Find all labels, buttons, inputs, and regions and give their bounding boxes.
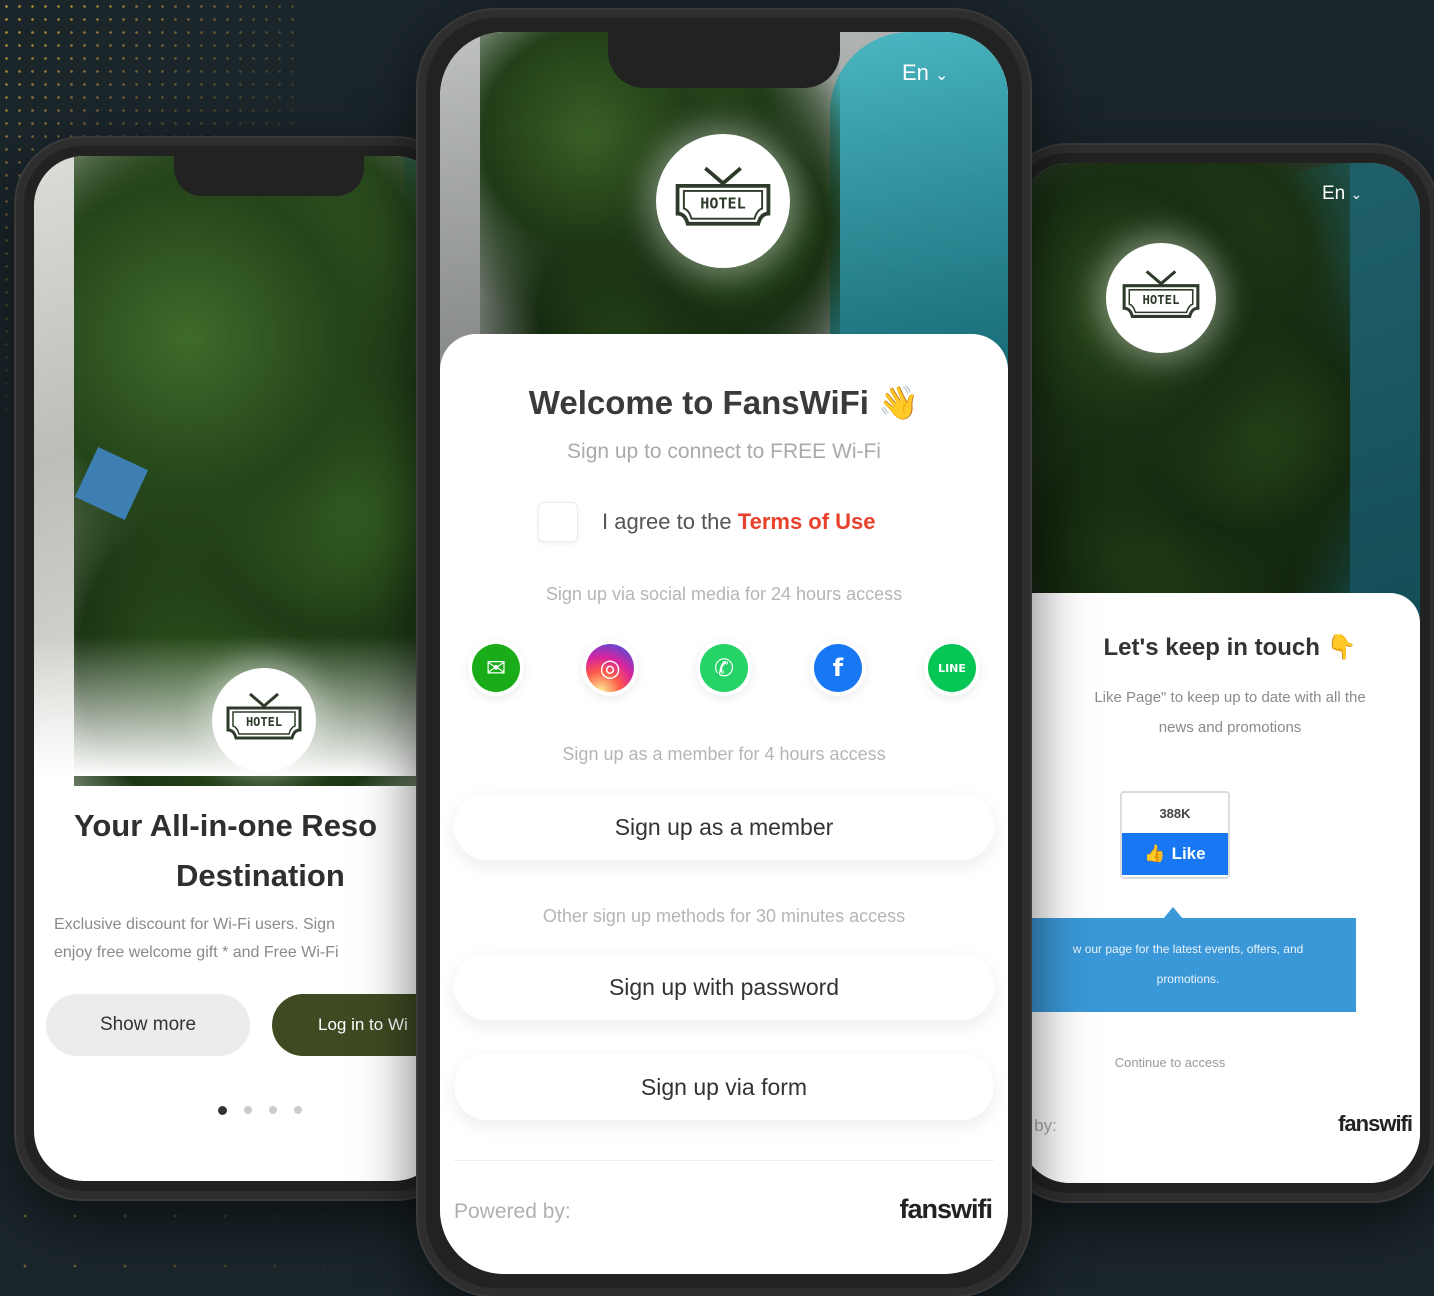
signup-member-label: Sign up as a member	[614, 813, 834, 840]
carousel-dot-3[interactable]	[269, 1106, 277, 1114]
signup-password-button[interactable]: Sign up with password	[454, 954, 994, 1020]
center-language-selector[interactable]: En ⌄	[902, 60, 948, 86]
fb-like-box[interactable]: 388K 👍 Like	[1120, 791, 1230, 879]
svg-text:HOTEL: HOTEL	[246, 715, 282, 729]
svg-text:HOTEL: HOTEL	[700, 195, 746, 213]
center-subtitle: Sign up to connect to FREE Wi-Fi	[567, 440, 881, 463]
center-phone-notch	[608, 32, 840, 88]
social-line-button[interactable]: LINE	[924, 640, 980, 696]
terms-prefix: I agree to the	[602, 509, 732, 534]
fb-like-label: Like	[1171, 844, 1206, 863]
continue-link[interactable]: Continue to access	[1020, 1055, 1320, 1070]
facebook-icon: f	[814, 644, 862, 692]
banner-line1: w our page for the latest events, offers…	[1072, 942, 1304, 956]
chevron-down-icon: ⌄	[1350, 186, 1363, 202]
signup-password-label: Sign up with password	[608, 973, 840, 1000]
center-phone: En ⌄ HOTEL Welcome to FansWiFi 👋 Sign up…	[418, 10, 1030, 1296]
carousel-dot-1[interactable]	[218, 1106, 227, 1115]
terms-text: I agree to the Terms of Use	[602, 509, 876, 535]
right-hero-photo	[1020, 163, 1420, 643]
center-lang-label: En	[902, 60, 929, 85]
show-more-button[interactable]: Show more	[46, 994, 250, 1056]
signup-form-button[interactable]: Sign up via form	[454, 1054, 994, 1120]
follow-banner: w our page for the latest events, offers…	[1020, 918, 1356, 1012]
center-card: Welcome to FansWiFi 👋 Sign up to connect…	[440, 334, 1008, 1274]
social-whatsapp-button[interactable]: ✆	[696, 640, 752, 696]
social-instagram-button[interactable]: ◎	[582, 640, 638, 696]
line-icon: LINE	[928, 644, 976, 692]
left-desc-line2: enjoy free welcome gift * and Free Wi-Fi	[54, 944, 339, 961]
left-description: Exclusive discount for Wi-Fi users. Sign…	[54, 911, 339, 967]
center-powered-by: Powered by:	[454, 1200, 571, 1223]
social-row: ✉ ◎ ✆ f LINE	[440, 640, 1008, 700]
left-headline: Your All-in-one Reso Destination	[34, 801, 444, 901]
chevron-down-icon: ⌄	[935, 67, 949, 84]
right-phone: En ⌄ HOTEL Let's keep in touch 👇 Like Pa…	[1002, 145, 1434, 1201]
center-hotel-logo: HOTEL	[656, 134, 790, 268]
banner-line2: promotions.	[1156, 972, 1220, 986]
member-caption: Sign up as a member for 4 hours access	[562, 744, 886, 764]
point-down-emoji-icon: 👇	[1326, 634, 1357, 661]
right-description: Like Page" to keep up to date with all t…	[1020, 683, 1420, 743]
terms-row: I agree to the Terms of Use	[538, 502, 876, 542]
left-phone-notch	[174, 156, 364, 196]
right-card: Let's keep in touch 👇 Like Page" to keep…	[1020, 593, 1420, 1183]
right-lang-label: En	[1322, 183, 1346, 204]
social-wechat-button[interactable]: ✉	[468, 640, 524, 696]
hotel-sign-icon: HOTEL	[675, 166, 771, 226]
social-facebook-button[interactable]: f	[810, 640, 866, 696]
right-desc-line1: Like Page" to keep up to date with all t…	[1094, 689, 1366, 706]
whatsapp-icon: ✆	[700, 644, 748, 692]
hotel-sign-icon: HOTEL	[1122, 270, 1200, 318]
terms-link[interactable]: Terms of Use	[738, 509, 876, 534]
left-phone: HOTEL Your All-in-one Reso Destination E…	[16, 138, 462, 1199]
hotel-sign-icon: HOTEL	[226, 692, 302, 740]
left-desc-line1: Exclusive discount for Wi-Fi users. Sign	[54, 916, 335, 933]
wechat-icon: ✉	[472, 644, 520, 692]
signup-form-label: Sign up via form	[640, 1073, 808, 1100]
signup-member-button[interactable]: Sign up as a member	[454, 794, 994, 860]
carousel-dot-4[interactable]	[294, 1106, 302, 1114]
other-caption: Other sign up methods for 30 minutes acc…	[542, 906, 906, 926]
terms-checkbox[interactable]	[538, 502, 578, 542]
fb-like-button[interactable]: 👍 Like	[1122, 833, 1228, 875]
right-desc-line2: news and promotions	[1158, 719, 1302, 736]
center-divider	[454, 1160, 994, 1161]
right-title-text: Let's keep in touch	[1103, 634, 1320, 661]
center-title-text: Welcome to FansWiFi	[528, 384, 869, 421]
carousel-dots	[218, 1106, 302, 1115]
thumbs-up-icon: 👍	[1144, 844, 1166, 863]
left-headline-line2: Destination	[176, 858, 345, 893]
center-title: Welcome to FansWiFi 👋	[440, 384, 1008, 423]
waving-hand-icon: 👋	[878, 384, 920, 421]
right-phone-screen: En ⌄ HOTEL Let's keep in touch 👇 Like Pa…	[1020, 163, 1420, 1183]
center-phone-screen: En ⌄ HOTEL Welcome to FansWiFi 👋 Sign up…	[440, 32, 1008, 1274]
left-headline-line1: Your All-in-one Reso	[74, 808, 378, 843]
social-caption: Sign up via social media for 24 hours ac…	[545, 584, 903, 604]
show-more-label: Show more	[99, 1014, 197, 1035]
right-language-selector[interactable]: En ⌄	[1322, 183, 1362, 205]
left-phone-screen: HOTEL Your All-in-one Reso Destination E…	[34, 156, 444, 1181]
right-title: Let's keep in touch 👇	[1020, 633, 1420, 662]
right-hotel-logo: HOTEL	[1106, 243, 1216, 353]
right-fanswifi-logo: fanswifi	[1338, 1111, 1413, 1136]
svg-text:HOTEL: HOTEL	[1143, 293, 1180, 307]
carousel-dot-2[interactable]	[244, 1106, 252, 1114]
center-fanswifi-logo: fanswifi	[899, 1194, 993, 1224]
instagram-icon: ◎	[586, 644, 634, 692]
login-wifi-label: Log in to Wi	[318, 1015, 408, 1034]
left-hotel-logo: HOTEL	[212, 668, 316, 772]
fb-like-count: 388K	[1159, 805, 1191, 821]
